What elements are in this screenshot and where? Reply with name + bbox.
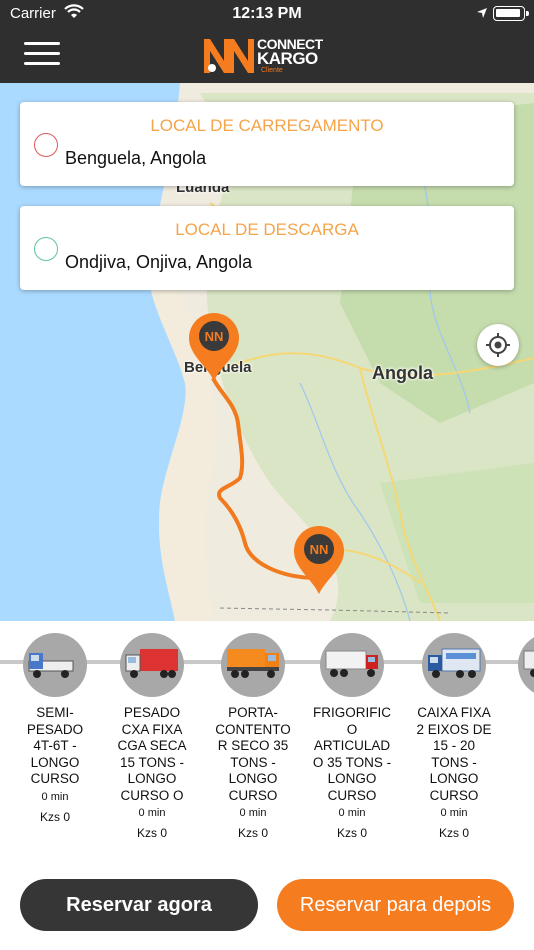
origin-pin-icon[interactable]: NN [187,311,241,383]
status-time: 12:13 PM [232,5,302,22]
menu-button[interactable] [24,40,62,68]
menu-bar [24,62,60,65]
destination-pin-icon[interactable]: NN [292,524,346,596]
two-axle-truck-icon [428,648,481,678]
vehicle-eta: 0 min [338,807,366,819]
unloading-value[interactable]: Ondjiva, Onjiva, Angola [65,252,252,273]
box-truck-icon [125,649,178,678]
vehicle-eta: 0 min [41,790,69,803]
vehicle-name: SEMI- PESADO 4T-6T - LONGO CURSO [26,705,84,786]
my-location-button[interactable] [477,324,519,366]
brand-logo: CONNECT KARGO Cliente [202,35,342,75]
truck-icon [523,650,534,677]
svg-text:NN: NN [310,542,329,557]
vehicle-name: PESADO CXA FIXA CGA SECA 15 TONS - LONGO… [117,705,187,803]
vehicle-avatar [518,633,534,697]
container-truck-icon [227,649,279,678]
vehicle-avatar [221,633,285,697]
menu-bar [24,42,60,45]
vehicle-name: CAIXA FIXA 2 EIXOS DE 15 - 20 TONS - LON… [416,705,492,803]
vehicle-price: Kzs 0 [237,826,268,840]
unloading-title: LOCAL DE DESCARGA [175,220,359,239]
reefer-truck-icon [325,650,378,677]
brand-name-line2: KARGO [257,49,318,68]
menu-bar [24,52,60,55]
vehicle-avatar [23,633,87,697]
status-bar: Carrier 12:13 PM [0,0,534,28]
loading-value[interactable]: Benguela, Angola [65,148,206,169]
unloading-location-card[interactable]: LOCAL DE DESCARGA Ondjiva, Onjiva, Angol… [20,206,514,290]
vehicle-name: C AF O L [502,705,534,771]
vehicle-price: Kzs 0 [136,826,167,840]
light-truck-icon [28,653,74,678]
vehicle-eta: 0 min [239,807,267,819]
book-now-button[interactable]: Reservar agora [20,879,258,931]
map-label-angola: Angola [372,363,433,383]
vehicle-price: Kzs 0 [39,809,70,824]
vehicle-type-list[interactable]: SEMI- PESADO 4T-6T - LONGO CURSO 0 min Kzs… [0,621,534,861]
vehicle-price: Kzs 0 [438,826,469,840]
loading-location-card[interactable]: LOCAL DE CARREGAMENTO Benguela, Angola [20,102,514,186]
vehicle-avatar [120,633,184,697]
vehicle-eta: 0 min [138,807,166,819]
screen: Carrier 12:13 PM CONNECT KARGO Cliente L… [0,0,534,950]
vehicle-name: FRIGORIFIC O ARTICULAD O 35 TONS - LONGO… [312,705,392,803]
vehicle-avatar [320,633,384,697]
location-arrow-icon [477,8,487,18]
vehicle-eta: 0 min [440,807,468,819]
brand-subtitle: Cliente [261,67,283,74]
vehicle-price: Kzs 0 [336,826,367,840]
vehicle-name: PORTA- CONTENTO R SECO 35 TONS - LONGO C… [215,705,291,803]
app-header: Carrier 12:13 PM CONNECT KARGO Cliente [0,0,534,83]
brand-mark-icon [204,39,254,73]
vehicle-avatar [422,633,486,697]
svg-text:NN: NN [205,329,224,344]
book-later-button[interactable]: Reservar para depois [277,879,514,931]
battery-icon [493,6,529,21]
crosshair-icon [486,333,510,357]
loading-title: LOCAL DE CARREGAMENTO [150,116,384,135]
loading-dot-icon [34,133,58,157]
unloading-dot-icon [34,237,58,261]
